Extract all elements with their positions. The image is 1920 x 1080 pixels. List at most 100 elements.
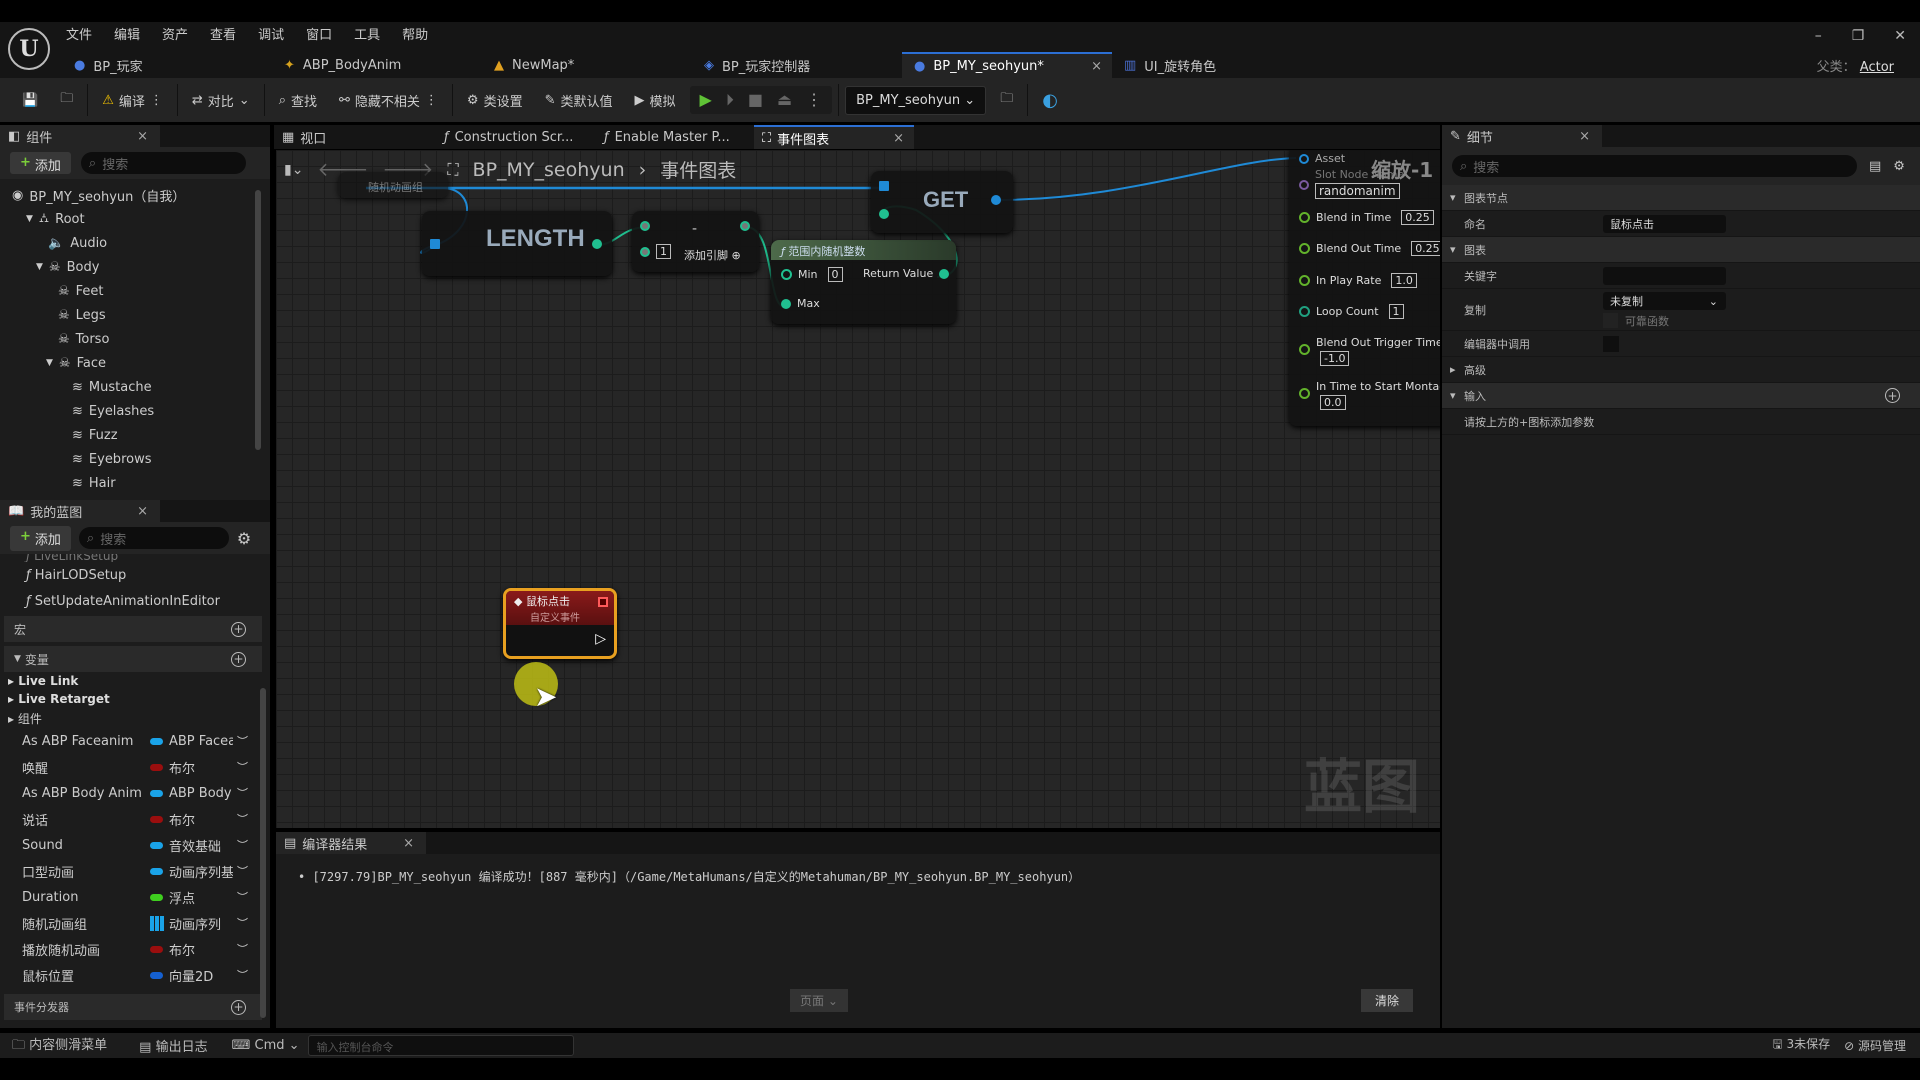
add-member-button[interactable]: + 添加 [10,525,71,551]
eye-closed-icon[interactable]: ︶ [237,967,248,983]
close-tab-icon[interactable]: × [893,131,904,146]
restore-icon[interactable]: ❐ [1852,28,1865,44]
expand-arrow-icon[interactable]: ▼ [46,358,53,368]
close-panel-icon[interactable]: × [137,129,148,144]
add-variable-icon[interactable]: + [231,651,246,667]
keywords-input[interactable] [1603,266,1726,285]
close-window-icon[interactable]: ✕ [1894,28,1906,44]
float-pin[interactable] [1299,243,1310,254]
tree-item-mustache[interactable]: ≋ Mustache [0,375,270,399]
row-value[interactable]: 0.25 [1401,210,1434,225]
details-search-input[interactable]: ⌕ 搜索 [1452,155,1857,177]
eye-closed-icon[interactable]: ︶ [237,941,248,957]
subtract-b-value[interactable]: 1 [656,244,671,259]
variables-section[interactable]: ▼ 变量 + [4,646,262,672]
tab-viewport[interactable]: ▦ 视口 [274,125,434,149]
tree-item-body[interactable]: ▼ ☠ Body [0,255,270,279]
content-drawer-button[interactable]: 🗀 内容侧滑菜单 [0,1034,123,1058]
variable-row[interactable]: 播放随机动画 布尔 ︶ [0,936,270,962]
components-tab[interactable]: ◧ 组件 × [0,125,160,147]
eye-closed-icon[interactable]: ︶ [237,759,248,775]
custom-event-node[interactable]: ◆ 鼠标点击 自定义事件 ▷ [503,588,617,659]
max-pin[interactable] [781,298,791,309]
variable-row[interactable]: Sound 音效基础 ︶ [0,832,270,858]
tree-item-eyebrows[interactable]: ≋ Eyebrows [0,447,270,471]
return-pin[interactable] [939,268,950,279]
save-icon[interactable]: 💾 [14,85,46,115]
my-blueprint-scrollbar[interactable] [260,688,266,1018]
output-log-button[interactable]: ▤ 输出日志 [123,1036,223,1055]
my-blueprint-tab[interactable]: 📖 我的蓝图 × [0,500,160,522]
eye-closed-icon[interactable]: ︶ [237,733,248,749]
event-dispatchers-section[interactable]: 事件分发器 + [4,994,262,1020]
tab-ui-rotate[interactable]: ▥ UI_旋转角色 [1112,52,1322,78]
components-search-input[interactable]: ⌕ 搜索 [80,152,246,174]
output-pin[interactable] [740,221,750,231]
array-input-pin[interactable] [879,181,889,191]
tree-item-hair[interactable]: ≋ Hair [0,471,270,495]
variable-row[interactable]: 鼠标位置 向量2D ︶ [0,962,270,988]
delegate-pin[interactable] [598,597,608,607]
unreal-logo[interactable]: U [8,28,50,70]
function-item[interactable]: ƒ HairLODSetup [0,562,270,588]
item-output-pin[interactable] [991,195,1001,205]
menu-debug[interactable]: 调试 [258,24,284,43]
simulate-button[interactable]: ▶ 模拟 [627,85,684,115]
close-panel-icon[interactable]: × [137,504,148,519]
menu-tools[interactable]: 工具 [354,24,380,43]
slot-value[interactable]: randomanim [1315,183,1400,199]
close-tab-icon[interactable]: × [1091,59,1102,74]
clear-button[interactable]: 清除 [1361,989,1414,1012]
function-item[interactable]: ƒ LiveLinkSetup [0,554,270,562]
more-icon[interactable]: ⋮ [806,90,822,110]
eye-closed-icon[interactable]: ︶ [237,915,248,931]
eye-closed-icon[interactable]: ︶ [237,863,248,879]
section-inputs[interactable]: ▾ 输入 + [1442,383,1920,409]
settings-gear-icon[interactable]: ⚙ [237,529,251,548]
variable-row[interactable]: As ABP Faceanim ABP Faceanim︶ [0,728,270,754]
class-settings-button[interactable]: ⚙ 类设置 [459,85,531,115]
menu-file[interactable]: 文件 [66,24,92,43]
eye-closed-icon[interactable]: ︶ [237,837,248,853]
row-value[interactable]: 0.25 [1411,241,1440,256]
variable-row[interactable]: As ABP Body Anim ABP Body ︶ [0,780,270,806]
index-input-pin[interactable] [879,209,889,219]
min-value[interactable]: 0 [827,267,843,282]
reliable-checkbox[interactable] [1603,313,1618,328]
row-value[interactable]: -1.0 [1320,351,1350,366]
step-icon[interactable]: ⏵ [726,90,734,110]
hide-unrelated-button[interactable]: ⚯ 隐藏不相关 ⋮ [331,85,446,115]
variable-row[interactable]: Duration 浮点 ︶ [0,884,270,910]
macros-section[interactable]: 宏 + [4,616,262,642]
bookmark-icon[interactable]: ▮⌄ [284,162,303,178]
eye-closed-icon[interactable]: ︶ [237,785,248,801]
function-item[interactable]: ƒ SetUpdateAnimationInEditor [0,588,270,614]
play-montage-node[interactable]: Asset Slot Node Name randomanim Blend in… [1289,150,1440,426]
tab-abp-bodyanim[interactable]: ✦ ABP_BodyAnim [272,52,482,78]
source-control-globe-icon[interactable]: ◐ [1034,85,1066,115]
tree-item-legs[interactable]: ☠ Legs [0,303,270,327]
eye-closed-icon[interactable]: ︶ [237,811,248,827]
menu-view[interactable]: 查看 [210,24,236,43]
menu-window[interactable]: 窗口 [306,24,332,43]
float-pin[interactable] [1299,344,1310,355]
exec-output-pin[interactable]: ▷ [595,631,606,647]
add-component-button[interactable]: + 添加 [10,152,71,174]
tab-bp-player[interactable]: ● BP_玩家 [62,52,272,78]
array-input-pin[interactable] [430,239,440,249]
variable-row[interactable]: 口型动画 动画序列基 ︶ [0,858,270,884]
category-live-link[interactable]: ▸ Live Link [0,674,270,692]
diff-button[interactable]: ⇄ 对比 ⌄ [184,85,258,115]
expand-arrow-icon[interactable]: ▼ [26,214,33,224]
menu-asset[interactable]: 资产 [162,24,188,43]
class-defaults-button[interactable]: ✎ 类默认值 [537,85,621,115]
menu-help[interactable]: 帮助 [402,24,428,43]
tab-bp-player-controller[interactable]: ◈ BP_玩家控制器 [692,52,902,78]
variable-row[interactable]: 随机动画组 动画序列 ︶ [0,910,270,936]
eject-icon[interactable]: ⏏ [777,90,792,110]
parent-class-link[interactable]: Actor [1860,60,1894,75]
add-input-icon[interactable]: + [1885,388,1900,403]
menu-edit[interactable]: 编辑 [114,24,140,43]
variable-row[interactable]: 说话 布尔 ︶ [0,806,270,832]
min-pin[interactable] [781,269,792,280]
